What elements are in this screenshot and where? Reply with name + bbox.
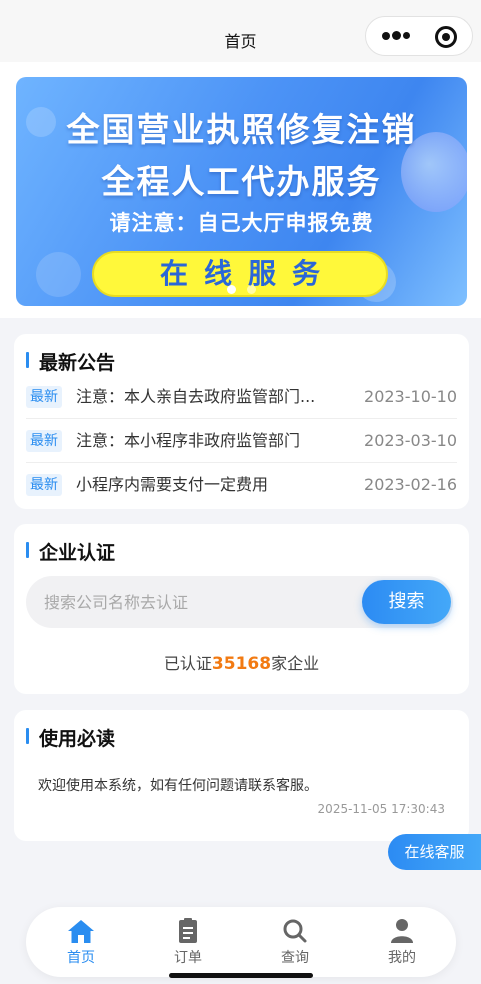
company-search-input[interactable] (44, 591, 344, 613)
certification-card: 企业认证 搜索 已认证35168家企业 (14, 524, 469, 694)
notice-item[interactable]: 最新 小程序内需要支付一定费用 2023-02-16 (26, 463, 457, 507)
banner-headline-1: 全国营业执照修复注销 (66, 110, 417, 149)
promo-banner[interactable]: 全国营业执照修复注销 全程人工代办服务 请注意：自己大厅申报免费 在线服务 (16, 77, 467, 306)
notice-text: 小程序内需要支付一定费用 (76, 475, 269, 494)
tab-home[interactable]: 首页 (51, 917, 111, 973)
new-badge: 最新 (26, 386, 62, 408)
certification-title: 企业认证 (26, 538, 115, 564)
search-icon (283, 919, 307, 943)
tab-label: 我的 (388, 950, 416, 966)
notice-item[interactable]: 最新 注意：本小程序非政府监管部门 2023-03-10 (26, 419, 457, 463)
tab-mine[interactable]: 我的 (372, 917, 432, 973)
read-me-title: 使用必读 (26, 724, 115, 750)
read-me-timestamp: 2025-11-05 17:30:43 (317, 802, 445, 816)
banner-section: 全国营业执照修复注销 全程人工代办服务 请注意：自己大厅申报免费 在线服务 (0, 62, 481, 318)
banner-notice: 请注意：自己大厅申报免费 (109, 211, 374, 235)
banner-online-service-button[interactable]: 在线服务 (92, 251, 388, 297)
tab-query[interactable]: 查询 (265, 917, 325, 973)
close-target-icon[interactable] (435, 26, 457, 48)
notice-item[interactable]: 最新 注意：本人亲自去政府监管部门... 2023-10-10 (26, 375, 457, 419)
user-icon (391, 919, 413, 943)
tab-label: 查询 (281, 950, 309, 966)
notice-text: 注意：本人亲自去政府监管部门... (76, 387, 316, 406)
notice-text: 注意：本小程序非政府监管部门 (76, 431, 301, 450)
order-icon (179, 918, 197, 943)
notice-date: 2023-10-10 (364, 387, 457, 406)
certified-count-suffix: 家企业 (271, 654, 320, 673)
company-search-bar: 搜索 (26, 576, 453, 628)
search-button[interactable]: 搜索 (362, 580, 451, 624)
certified-count-prefix: 已认证 (163, 654, 212, 673)
notice-title: 最新公告 (26, 348, 115, 374)
tab-orders[interactable]: 订单 (158, 917, 218, 973)
carousel-dot[interactable] (247, 285, 256, 294)
online-service-button[interactable]: 在线客服 (388, 834, 481, 870)
decor-bubble (36, 252, 81, 297)
tab-bar: 首页 订单 查询 我的 (26, 907, 456, 977)
notice-date: 2023-03-10 (364, 431, 457, 450)
navigation-bar: 首页 (0, 0, 481, 62)
tab-label: 首页 (67, 950, 95, 966)
mini-program-capsule (365, 16, 473, 56)
tab-label: 订单 (174, 950, 202, 966)
new-badge: 最新 (26, 430, 62, 452)
page: 首页 全国营业执照修复注销 全程人工代办服务 请注意：自己大厅申报免费 在线服务… (0, 0, 481, 984)
new-badge: 最新 (26, 474, 62, 496)
certified-count-value: 35168 (211, 654, 272, 674)
read-me-card: 使用必读 欢迎使用本系统，如有任何问题请联系客服。 2025-11-05 17:… (14, 710, 469, 841)
certified-count: 已认证35168家企业 (14, 650, 469, 674)
carousel-dot-active[interactable] (227, 285, 236, 294)
read-me-text: 欢迎使用本系统，如有任何问题请联系客服。 (38, 778, 318, 794)
banner-headline-2: 全程人工代办服务 (101, 162, 382, 201)
more-options-icon[interactable] (382, 31, 410, 41)
notice-card: 最新公告 最新 注意：本人亲自去政府监管部门... 2023-10-10 最新 … (14, 334, 469, 509)
home-indicator (169, 973, 313, 978)
home-icon (68, 920, 94, 943)
notice-date: 2023-02-16 (364, 475, 457, 494)
